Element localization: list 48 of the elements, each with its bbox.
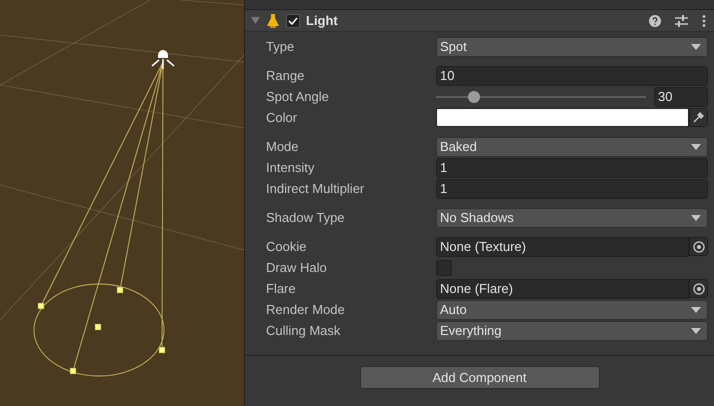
enabled-checkbox[interactable] <box>286 14 300 28</box>
number-field[interactable]: 1 <box>436 178 708 198</box>
object-picker-icon[interactable] <box>692 282 704 294</box>
property-label: Shadow Type <box>266 210 346 225</box>
foldout-arrow-icon[interactable] <box>251 16 260 25</box>
dropdown-caret-icon <box>691 214 701 220</box>
kebab-menu-icon[interactable] <box>702 14 706 26</box>
property-label: Indirect Multiplier <box>266 181 366 196</box>
property-label: Color <box>266 110 298 125</box>
number-field[interactable]: 1 <box>436 158 708 178</box>
eyedropper-button[interactable] <box>689 108 708 127</box>
dropdown[interactable]: No Shadows <box>436 208 708 228</box>
object-picker-icon[interactable] <box>692 240 704 252</box>
dropdown[interactable]: Baked <box>436 136 708 156</box>
property-label: Render Mode <box>266 302 346 317</box>
add-component-button[interactable]: Add Component <box>360 366 600 389</box>
component-title: Light <box>306 13 339 28</box>
dropdown-caret-icon <box>691 44 701 50</box>
number-field[interactable]: 30 <box>654 86 708 106</box>
property-label: Cookie <box>266 239 308 254</box>
dropdown[interactable]: Spot <box>436 36 708 56</box>
light-bulb-icon <box>266 13 280 28</box>
dropdown[interactable]: Everything <box>436 320 708 340</box>
property-label: Intensity <box>266 160 316 175</box>
object-field[interactable]: None (Texture) <box>436 236 689 256</box>
spot-light-gizmo-drawing[interactable] <box>34 50 174 376</box>
color-swatch[interactable] <box>436 108 689 127</box>
dropdown-caret-icon <box>691 306 701 312</box>
property-label: Mode <box>266 139 300 154</box>
help-icon[interactable] <box>649 14 661 26</box>
property-label: Spot Angle <box>266 89 330 104</box>
object-picker-button[interactable] <box>689 279 708 298</box>
object-field[interactable]: None (Flare) <box>436 278 689 298</box>
checkbox[interactable] <box>436 260 452 276</box>
number-field[interactable]: 10 <box>436 66 708 86</box>
property-label: Flare <box>266 281 297 296</box>
eyedropper-icon <box>693 112 704 123</box>
property-label: Type <box>266 39 296 54</box>
settings-sliders-icon[interactable] <box>675 14 688 26</box>
property-label: Range <box>266 68 306 83</box>
component-header[interactable]: Light <box>245 10 714 32</box>
property-label: Draw Halo <box>266 260 328 275</box>
dropdown-caret-icon <box>691 328 701 334</box>
dropdown[interactable]: Auto <box>436 300 708 320</box>
property-label: Culling Mask <box>266 323 342 338</box>
object-picker-button[interactable] <box>689 237 708 256</box>
slider-thumb[interactable] <box>468 90 480 102</box>
dropdown-caret-icon <box>691 144 701 150</box>
